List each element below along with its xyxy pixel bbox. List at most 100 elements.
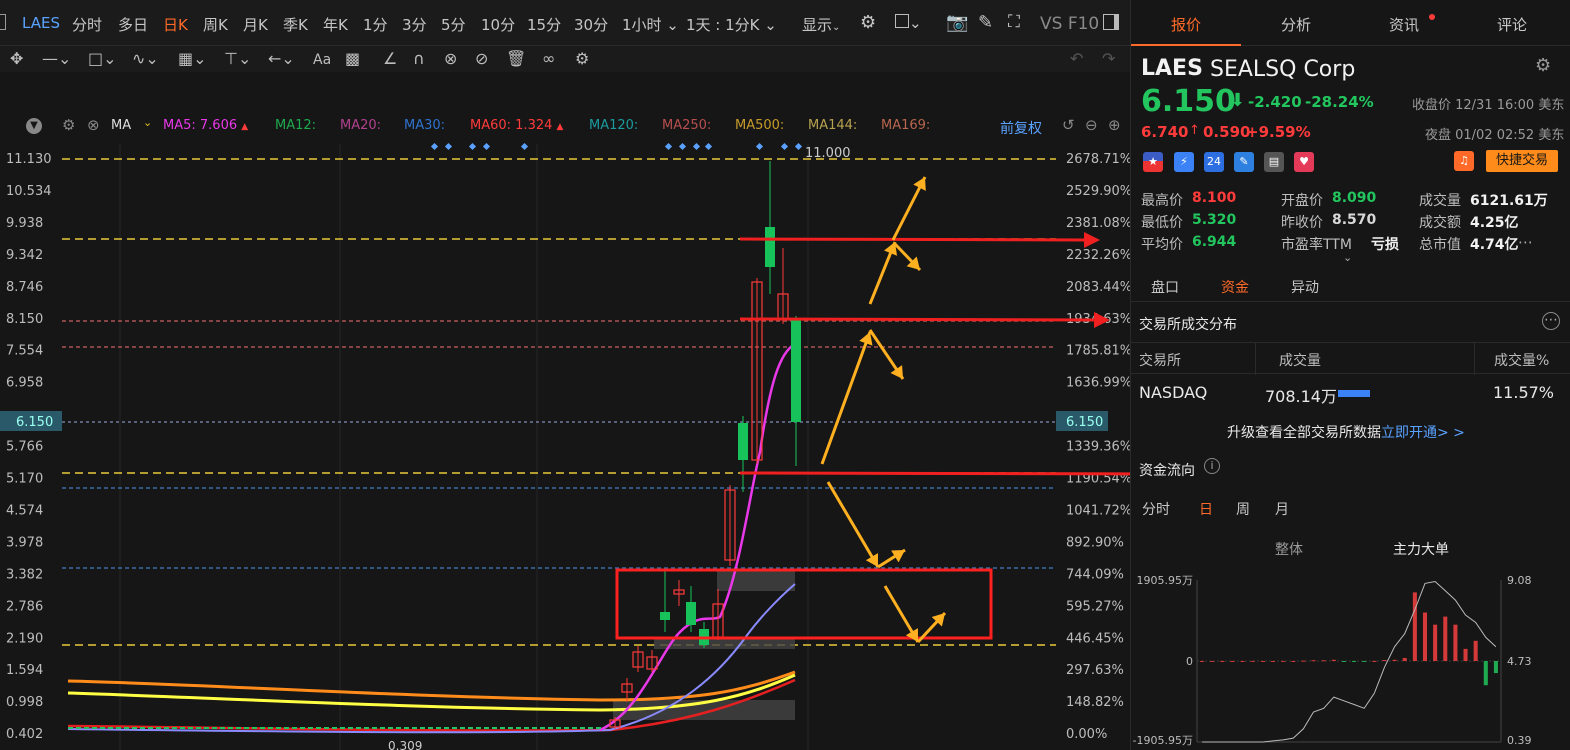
ma-item-3[interactable]: MA30:: [404, 118, 445, 133]
ma-item-8[interactable]: MA144:: [808, 118, 857, 133]
heart-icon[interactable]: ♥: [1294, 152, 1314, 172]
fullscreen-icon[interactable]: ⛶: [1008, 12, 1020, 32]
rect-tool-icon[interactable]: □⌄: [88, 49, 117, 68]
quick-trade-button[interactable]: 快捷交易: [1486, 150, 1558, 172]
event-marker-11: [794, 142, 803, 151]
period-13[interactable]: 1小时 ⌄: [622, 14, 679, 35]
period-7[interactable]: 1分: [363, 14, 388, 35]
flow-bar-26: [1463, 648, 1468, 661]
period-9[interactable]: 5分: [441, 14, 466, 35]
settings-gear-icon[interactable]: ⚙: [860, 12, 876, 33]
chevron-down-icon: ⌄: [832, 22, 841, 33]
upgrade-link[interactable]: 立即开通> >: [1381, 425, 1465, 441]
period-5[interactable]: 季K: [283, 14, 308, 35]
candle-body-12: [765, 227, 775, 267]
link-icon[interactable]: ∞: [542, 49, 555, 68]
redo-icon[interactable]: ↷: [1102, 49, 1115, 68]
collapse-icon[interactable]: ▼: [26, 118, 42, 134]
quote-name: SEALSQ Corp: [1210, 57, 1356, 82]
flow-left-tick-2: -1905.95万: [1133, 734, 1193, 747]
info-icon[interactable]: i: [1204, 458, 1220, 474]
ma-item-5[interactable]: MA120:: [589, 118, 638, 133]
sidebar-toggle[interactable]: [0, 14, 6, 30]
arrow-tool-icon[interactable]: ←⌄: [268, 49, 295, 68]
us-flag-icon[interactable]: ★: [1143, 152, 1163, 172]
tab-analysis[interactable]: 分析: [1281, 14, 1311, 35]
tab-comments[interactable]: 评论: [1497, 14, 1527, 35]
tab-anomaly[interactable]: 异动: [1291, 277, 1319, 297]
period-11[interactable]: 15分: [527, 14, 561, 35]
period-10[interactable]: 10分: [481, 14, 515, 35]
eye-icon[interactable]: ⊗: [444, 49, 457, 68]
period-0[interactable]: 分时: [72, 14, 102, 35]
ma-item-1[interactable]: MA12:: [275, 118, 316, 133]
adjust-button[interactable]: 前复权: [1000, 118, 1042, 138]
price-change: -2.420: [1248, 93, 1302, 111]
doc-icon[interactable]: ▤: [1264, 152, 1284, 172]
tag-icon[interactable]: ✎: [1234, 152, 1254, 172]
period-4[interactable]: 月K: [243, 14, 268, 35]
ma-item-7[interactable]: MA500:: [735, 118, 784, 133]
period-2[interactable]: 日K: [163, 14, 188, 35]
ma-item-2[interactable]: MA20:: [340, 118, 381, 133]
camera-icon[interactable]: 📷: [946, 12, 968, 33]
zoom-out-icon[interactable]: ⊖: [1085, 116, 1098, 134]
panel-toggle-icon[interactable]: [1103, 14, 1119, 34]
chevron-down-icon[interactable]: ⌄: [143, 116, 152, 129]
exchange-more-icon[interactable]: ⋯: [1542, 312, 1560, 330]
flow-bar-11: [1311, 660, 1316, 662]
pencil-icon[interactable]: ✎: [978, 12, 993, 33]
24h-icon[interactable]: 24: [1204, 152, 1224, 172]
move-cross-icon[interactable]: ✥: [10, 49, 23, 68]
pct-tick-18: 0.00%: [1066, 727, 1107, 742]
period-1[interactable]: 多日: [118, 14, 148, 35]
text-tool-icon[interactable]: Aa: [313, 52, 331, 68]
tab-order-book[interactable]: 盘口: [1151, 277, 1179, 297]
price-tick-0: 11.130: [6, 152, 52, 167]
price-tick-3: 9.342: [6, 248, 43, 263]
ma-item-6[interactable]: MA250:: [662, 118, 711, 133]
quote-settings-icon[interactable]: ⚙: [1535, 55, 1551, 76]
stats-more-icon[interactable]: ⋯: [1518, 233, 1533, 251]
wave-tool-icon[interactable]: ∿⌄: [132, 49, 159, 68]
ma-settings-icon[interactable]: ⚙: [62, 116, 75, 134]
period-8[interactable]: 3分: [402, 14, 427, 35]
measure-tool-icon[interactable]: ⊤⌄: [224, 49, 251, 68]
stats-expand-icon[interactable]: ⌄: [1343, 251, 1352, 264]
period-3[interactable]: 周K: [203, 14, 228, 35]
exchange-row: NASDAQ 708.14万 11.57%: [1139, 383, 1555, 406]
undo-icon[interactable]: ↶: [1070, 49, 1083, 68]
zone-1: [717, 569, 795, 591]
display-dropdown[interactable]: 显示⌄: [802, 14, 840, 35]
angle-icon[interactable]: ∠: [383, 49, 397, 68]
flow-bar-24: [1443, 616, 1448, 661]
line-tool-icon[interactable]: —⌄: [42, 49, 71, 68]
trash-icon[interactable]: 🗑: [506, 49, 526, 68]
fib-tool-icon[interactable]: ▦⌄: [178, 49, 207, 68]
vs-f10-button[interactable]: VS F10: [1040, 14, 1099, 34]
period-6[interactable]: 年K: [323, 14, 348, 35]
reset-icon[interactable]: ↺: [1062, 116, 1075, 134]
symbol-label[interactable]: LAES: [22, 14, 60, 32]
toolbar-settings-icon[interactable]: ⚙: [575, 49, 589, 68]
zoom-in-icon[interactable]: ⊕: [1108, 116, 1121, 134]
tab-quote[interactable]: 报价: [1171, 14, 1201, 35]
bell-icon[interactable]: ♫: [1454, 151, 1474, 171]
period-14[interactable]: 1天 : 1分K ⌄: [686, 14, 777, 35]
kline-chart[interactable]: 11.130 10.534 9.938 9.342 8.746 8.150 7.554 6.9…: [0, 72, 1130, 750]
tab-capital[interactable]: 资金: [1221, 277, 1249, 297]
period-12[interactable]: 30分: [574, 14, 608, 35]
comment-icon[interactable]: ▩: [345, 49, 360, 68]
lightning-icon[interactable]: ⚡: [1174, 152, 1194, 172]
ma-item-4[interactable]: MA60: 1.324 ▲: [470, 118, 563, 133]
flow-bar-1: [1210, 660, 1215, 662]
candle-body-14: [791, 320, 801, 422]
price-tick-5: 8.150: [6, 312, 43, 327]
hide-icon[interactable]: ⊘: [475, 49, 488, 68]
ma-close-icon[interactable]: ⊗: [87, 116, 100, 134]
magnet-icon[interactable]: ∩: [413, 49, 425, 68]
ma-item-0[interactable]: MA5: 7.606 ▲: [163, 118, 248, 133]
ma-item-9[interactable]: MA169:: [881, 118, 930, 133]
layout-square-icon[interactable]: ⌄: [895, 14, 922, 32]
tab-news[interactable]: 资讯: [1389, 14, 1419, 35]
